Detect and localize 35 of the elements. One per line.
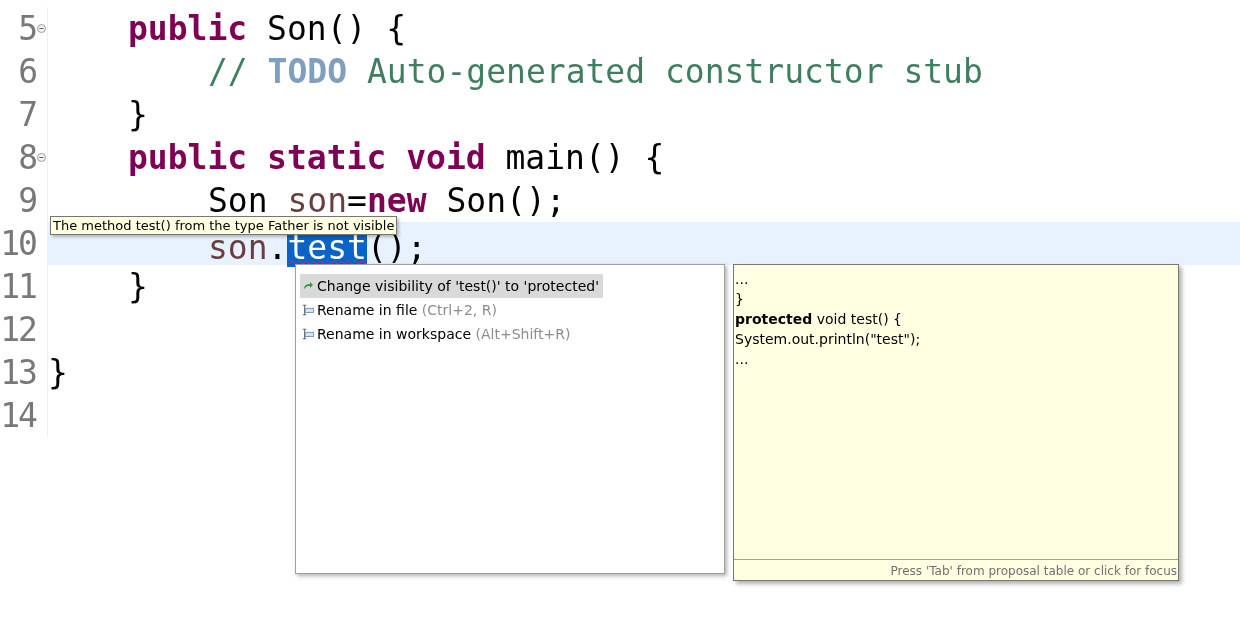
code-text: }	[128, 95, 148, 134]
code-text: main() {	[504, 138, 665, 177]
arrow-icon	[302, 280, 314, 292]
todo-tag: TODO	[267, 52, 348, 91]
preview-line: ...	[735, 350, 750, 369]
code-text: Son() {	[266, 9, 407, 48]
proposal-item[interactable]: Change visibility of 'test()' to 'protected'	[300, 274, 603, 298]
proposal-item[interactable]: Rename in workspace (Alt+Shift+R)	[300, 322, 575, 346]
line-number: 5	[17, 9, 36, 48]
preview-line: ...	[735, 270, 750, 289]
line-number: 11	[0, 267, 36, 306]
keyword: public	[128, 9, 248, 48]
line-number: 6	[17, 52, 36, 91]
comment: Auto-generated constructor stub	[365, 52, 983, 91]
preview-line: System.out.println("test");	[735, 330, 922, 349]
line-number: 10	[0, 224, 36, 263]
code-text: }	[48, 353, 68, 392]
collapse-icon[interactable]	[37, 24, 46, 33]
keyword: public static void	[128, 138, 486, 177]
proposal-item[interactable]: Rename in file (Ctrl+2, R)	[300, 298, 501, 322]
collapse-icon[interactable]	[37, 153, 46, 162]
comment: //	[208, 52, 249, 91]
focus-hint: Press 'Tab' from proposal table or click for focus	[734, 559, 1178, 580]
code-text: Son();	[445, 181, 566, 220]
preview-line: }	[735, 290, 745, 309]
line-number: 8	[17, 138, 36, 177]
preview-line: protected void test() {	[735, 310, 903, 329]
line-number: 14	[0, 396, 36, 435]
code-text: }	[128, 267, 148, 306]
rename-icon	[302, 328, 314, 340]
rename-icon	[302, 304, 314, 316]
line-number: 9	[17, 181, 36, 220]
line-number: 13	[0, 353, 36, 392]
line-number: 12	[0, 310, 36, 349]
line-number: 7	[17, 95, 36, 134]
